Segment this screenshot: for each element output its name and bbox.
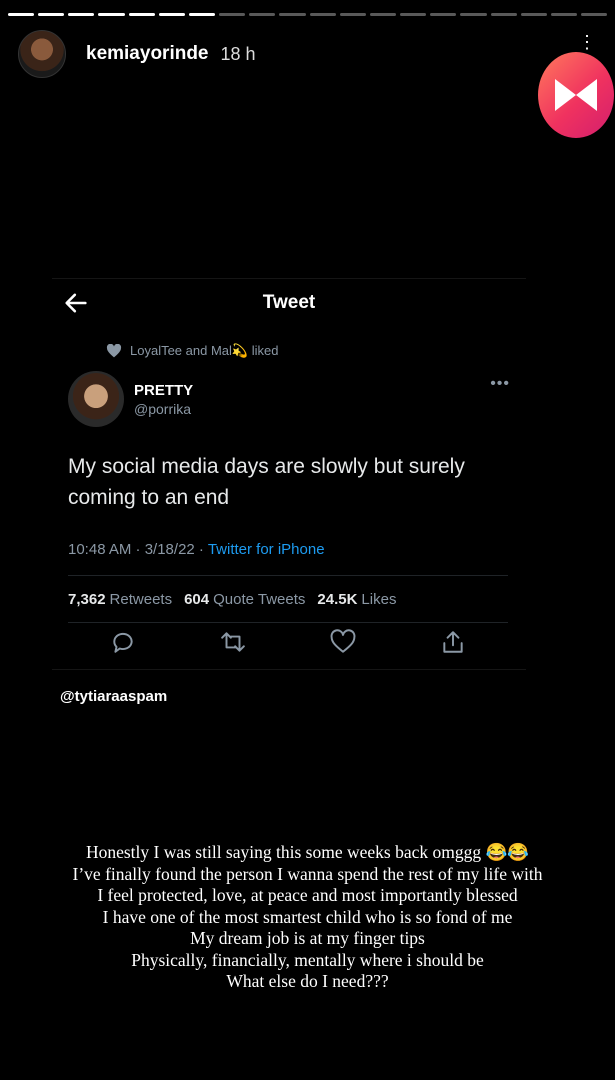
tweet-timestamp: 10:48 AM · 3/18/22 ·: [68, 541, 208, 558]
story-progress-segment: [369, 13, 397, 16]
tweet-text: My social media days are slowly but sure…: [68, 455, 465, 509]
story-progress-segment: [188, 13, 216, 16]
story-progress-segment: [490, 13, 517, 16]
liked-by-text: LoyalTee and Mal💫 liked: [130, 343, 279, 358]
story-progress-segment: [580, 13, 608, 16]
more-options-icon[interactable]: ⋮: [578, 32, 597, 53]
share-icon: [443, 631, 463, 653]
tweet-screenshot: Tweet LoyalTee and Mal💫 liked PRETTY @po…: [52, 278, 526, 670]
username[interactable]: kemiayorinde: [86, 43, 209, 65]
story-progress-segment: [8, 13, 35, 16]
retweets-count: 7,362: [68, 590, 106, 608]
caption-line: Physically, financially, mentally where …: [131, 949, 484, 970]
avatar[interactable]: [18, 30, 66, 78]
reply-icon: [113, 632, 133, 653]
story-progress-segment: [249, 13, 276, 16]
story-progress-segment: [38, 13, 65, 16]
story-progress-segment: [339, 13, 366, 16]
quotes-count: 604: [184, 590, 210, 608]
like-icon: [330, 629, 356, 653]
tweet-more-icon: •••: [490, 375, 510, 392]
caption-line: I’ve finally found the person I wanna sp…: [72, 863, 543, 884]
story-progress-segment: [550, 13, 577, 16]
retweets-label: Retweets: [109, 590, 173, 608]
story-caption: Honestly I was still saying this some we…: [0, 842, 615, 993]
story-progress-segment: [460, 13, 487, 16]
caption-line: I have one of the most smartest child wh…: [102, 906, 513, 927]
story-progress-bar: [8, 13, 608, 16]
caption-line: I feel protected, love, at peace and mos…: [97, 885, 518, 905]
story-progress-segment: [279, 13, 306, 16]
author-handle: @porrika: [134, 400, 192, 417]
caption-line: Honestly I was still saying this some we…: [85, 842, 530, 862]
author-display-name: PRETTY: [134, 381, 194, 399]
story-progress-segment: [430, 13, 457, 16]
story-progress-segment: [219, 13, 246, 16]
back-arrow-icon: [65, 293, 87, 313]
tweet-actions: [68, 629, 508, 655]
retweet-icon: [221, 632, 245, 652]
app-logo-icon[interactable]: [538, 52, 614, 138]
liked-by: LoyalTee and Mal💫 liked: [106, 343, 278, 359]
tweet-author: PRETTY @porrika •••: [68, 371, 510, 427]
story-progress-segment: [309, 13, 336, 16]
story-progress-segment: [128, 13, 155, 16]
caption-line: My dream job is at my finger tips: [190, 928, 425, 948]
heart-icon: [106, 344, 122, 358]
caption-line: What else do I need???: [226, 971, 389, 991]
likes-count: 24.5K: [317, 590, 358, 608]
story-progress-segment: [98, 13, 125, 16]
tweet-meta: 10:48 AM · 3/18/22 · Twitter for iPhone: [68, 541, 325, 558]
likes-label: Likes: [361, 590, 397, 608]
story-progress-segment: [68, 13, 95, 16]
tweet-header-title: Tweet: [262, 292, 316, 313]
quotes-label: Quote Tweets: [213, 590, 306, 608]
tweet-source: Twitter for iPhone: [207, 541, 325, 558]
story-progress-segment: [158, 13, 185, 16]
story-header: kemiayorinde 18 h ⋮: [18, 30, 597, 78]
post-time: 18 h: [220, 43, 256, 64]
tweet-stats: 7,362 Retweets 604 Quote Tweets 24.5K Likes: [68, 575, 508, 623]
story-progress-segment: [520, 13, 547, 16]
story-progress-segment: [400, 13, 427, 16]
mention-tag[interactable]: @tytiaraaspam: [60, 688, 167, 705]
author-avatar: [68, 371, 124, 427]
